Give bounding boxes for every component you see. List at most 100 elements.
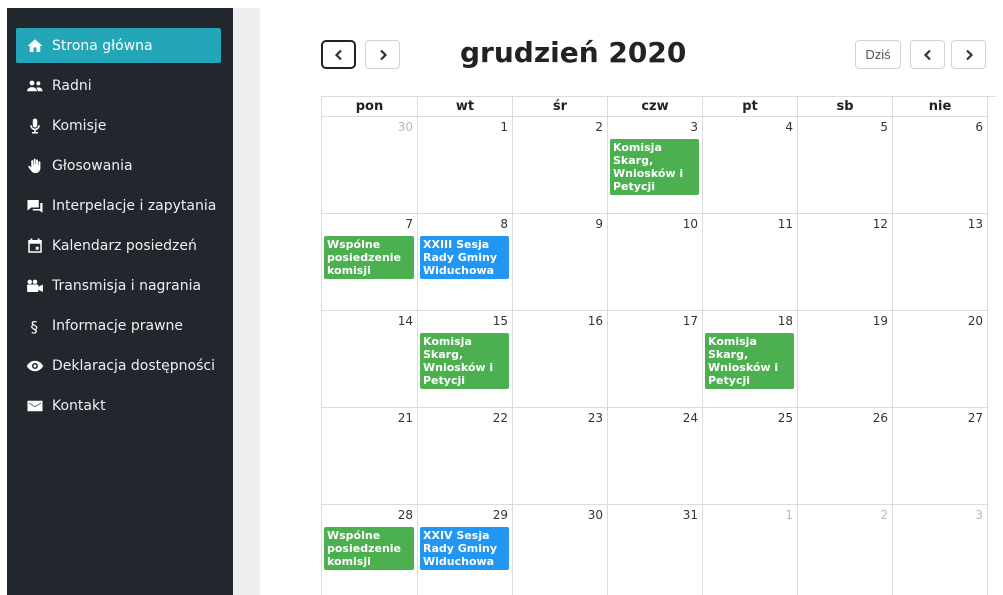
calendar-day-cell[interactable]: 12 xyxy=(798,214,893,311)
calendar-day-cell[interactable]: 5 xyxy=(798,117,893,214)
sidebar-item-voting[interactable]: Głosowania xyxy=(16,148,221,183)
day-number[interactable]: 1 xyxy=(500,120,508,134)
calendar-day-cell[interactable]: 15 Komisja Skarg, Wniosków i Petycji xyxy=(418,311,513,408)
day-number[interactable]: 20 xyxy=(968,314,983,328)
calendar-day-cell[interactable]: 25 xyxy=(703,408,798,505)
calendar-day-cell[interactable]: 1 xyxy=(703,505,798,595)
day-number[interactable]: 9 xyxy=(595,217,603,231)
prev-month-button-right[interactable] xyxy=(910,40,945,69)
sidebar-item-label: Transmisja i nagrania xyxy=(52,277,202,294)
sidebar-item-interpellations[interactable]: Interpelacje i zapytania xyxy=(16,188,221,223)
calendar-day-cell[interactable]: 7 Wspólne posiedzenie komisji xyxy=(322,214,418,311)
day-number[interactable]: 10 xyxy=(683,217,698,231)
sidebar-item-broadcast[interactable]: Transmisja i nagrania xyxy=(16,268,221,303)
calendar-event[interactable]: Wspólne posiedzenie komisji xyxy=(324,236,414,279)
day-number[interactable]: 19 xyxy=(873,314,888,328)
calendar-day-cell[interactable]: 31 xyxy=(608,505,703,595)
sidebar-item-home[interactable]: Strona główna xyxy=(16,28,221,63)
day-number[interactable]: 8 xyxy=(500,217,508,231)
calendar-event[interactable]: XXIV Sesja Rady Gminy Widuchowa xyxy=(420,527,509,570)
calendar-day-cell[interactable]: 30 xyxy=(513,505,608,595)
sidebar-item-councillors[interactable]: Radni xyxy=(16,68,221,103)
day-number[interactable]: 11 xyxy=(778,217,793,231)
calendar-day-cell[interactable]: 24 xyxy=(608,408,703,505)
day-number[interactable]: 6 xyxy=(975,120,983,134)
day-number[interactable]: 17 xyxy=(683,314,698,328)
calendar-event[interactable]: XXIII Sesja Rady Gminy Widuchowa xyxy=(420,236,509,279)
calendar-event[interactable]: Komisja Skarg, Wniosków i Petycji xyxy=(610,139,699,195)
calendar-day-cell[interactable]: 4 xyxy=(703,117,798,214)
day-number[interactable]: 22 xyxy=(493,411,508,425)
day-number[interactable]: 26 xyxy=(873,411,888,425)
day-number[interactable]: 30 xyxy=(398,120,413,134)
calendar-event[interactable]: Wspólne posiedzenie komisji xyxy=(324,527,414,570)
calendar-event[interactable]: Komisja Skarg, Wniosków i Petycji xyxy=(705,333,794,389)
calendar-day-cell[interactable]: 3 xyxy=(893,505,988,595)
day-number[interactable]: 5 xyxy=(880,120,888,134)
next-month-button-right[interactable] xyxy=(951,40,986,69)
day-number[interactable]: 1 xyxy=(785,508,793,522)
day-number[interactable]: 2 xyxy=(880,508,888,522)
calendar-day-cell[interactable]: 9 xyxy=(513,214,608,311)
sidebar-item-contact[interactable]: Kontakt xyxy=(16,388,221,423)
calendar-day-cell[interactable]: 13 xyxy=(893,214,988,311)
day-number[interactable]: 3 xyxy=(975,508,983,522)
calendar-day-cell[interactable]: 3 Komisja Skarg, Wniosków i Petycji xyxy=(608,117,703,214)
day-number[interactable]: 14 xyxy=(398,314,413,328)
sidebar-item-label: Komisje xyxy=(52,117,107,134)
day-number[interactable]: 29 xyxy=(493,508,508,522)
day-number[interactable]: 18 xyxy=(778,314,793,328)
calendar-day-cell[interactable]: 21 xyxy=(322,408,418,505)
sidebar-item-committees[interactable]: Komisje xyxy=(16,108,221,143)
calendar-day-cell[interactable]: 6 xyxy=(893,117,988,214)
paragraph-icon: § xyxy=(26,317,44,335)
day-number[interactable]: 23 xyxy=(588,411,603,425)
day-number[interactable]: 4 xyxy=(785,120,793,134)
calendar-week-row: 14 15 Komisja Skarg, Wniosków i Petycji 16 1… xyxy=(321,311,996,408)
day-number[interactable]: 21 xyxy=(398,411,413,425)
calendar-day-cell[interactable]: 22 xyxy=(418,408,513,505)
calendar-day-cell[interactable]: 26 xyxy=(798,408,893,505)
day-number[interactable]: 2 xyxy=(595,120,603,134)
calendar-day-cell[interactable]: 18 Komisja Skarg, Wniosków i Petycji xyxy=(703,311,798,408)
day-number[interactable]: 15 xyxy=(493,314,508,328)
day-number[interactable]: 25 xyxy=(778,411,793,425)
calendar-day-cell[interactable]: 10 xyxy=(608,214,703,311)
calendar-day-cell[interactable]: 28 Wspólne posiedzenie komisji xyxy=(322,505,418,595)
day-number[interactable]: 13 xyxy=(968,217,983,231)
calendar-day-cell[interactable]: 29 XXIV Sesja Rady Gminy Widuchowa xyxy=(418,505,513,595)
calendar-day-cell[interactable]: 11 xyxy=(703,214,798,311)
calendar-day-cell[interactable]: 19 xyxy=(798,311,893,408)
day-number[interactable]: 24 xyxy=(683,411,698,425)
next-month-button[interactable] xyxy=(365,40,400,69)
calendar-day-cell[interactable]: 30 xyxy=(322,117,418,214)
calendar-event[interactable]: Komisja Skarg, Wniosków i Petycji xyxy=(420,333,509,389)
calendar-day-cell[interactable]: 17 xyxy=(608,311,703,408)
chat-icon xyxy=(26,197,44,215)
chevron-left-icon xyxy=(334,49,342,60)
day-number[interactable]: 3 xyxy=(690,120,698,134)
calendar-day-cell[interactable]: 27 xyxy=(893,408,988,505)
sidebar-item-accessibility[interactable]: Deklaracja dostępności xyxy=(16,348,221,383)
day-number[interactable]: 7 xyxy=(405,217,413,231)
calendar-day-cell[interactable]: 2 xyxy=(798,505,893,595)
prev-month-button[interactable] xyxy=(321,40,356,69)
sidebar-item-legal-info[interactable]: § Informacje prawne xyxy=(16,308,221,343)
day-number[interactable]: 12 xyxy=(873,217,888,231)
calendar-day-cell[interactable]: 20 xyxy=(893,311,988,408)
day-number[interactable]: 31 xyxy=(683,508,698,522)
day-number[interactable]: 28 xyxy=(398,508,413,522)
calendar-day-cell[interactable]: 16 xyxy=(513,311,608,408)
calendar-day-cell[interactable]: 2 xyxy=(513,117,608,214)
day-number[interactable]: 30 xyxy=(588,508,603,522)
calendar-day-cell[interactable]: 23 xyxy=(513,408,608,505)
calendar-day-cell[interactable]: 14 xyxy=(322,311,418,408)
sidebar-item-calendar[interactable]: Kalendarz posiedzeń xyxy=(16,228,221,263)
calendar-day-cell[interactable]: 8 XXIII Sesja Rady Gminy Widuchowa xyxy=(418,214,513,311)
calendar-day-cell[interactable]: 1 xyxy=(418,117,513,214)
day-number[interactable]: 27 xyxy=(968,411,983,425)
eye-icon xyxy=(26,357,44,375)
sidebar-item-label: Informacje prawne xyxy=(52,317,184,334)
today-button[interactable]: Dziś xyxy=(855,40,901,69)
day-number[interactable]: 16 xyxy=(588,314,603,328)
